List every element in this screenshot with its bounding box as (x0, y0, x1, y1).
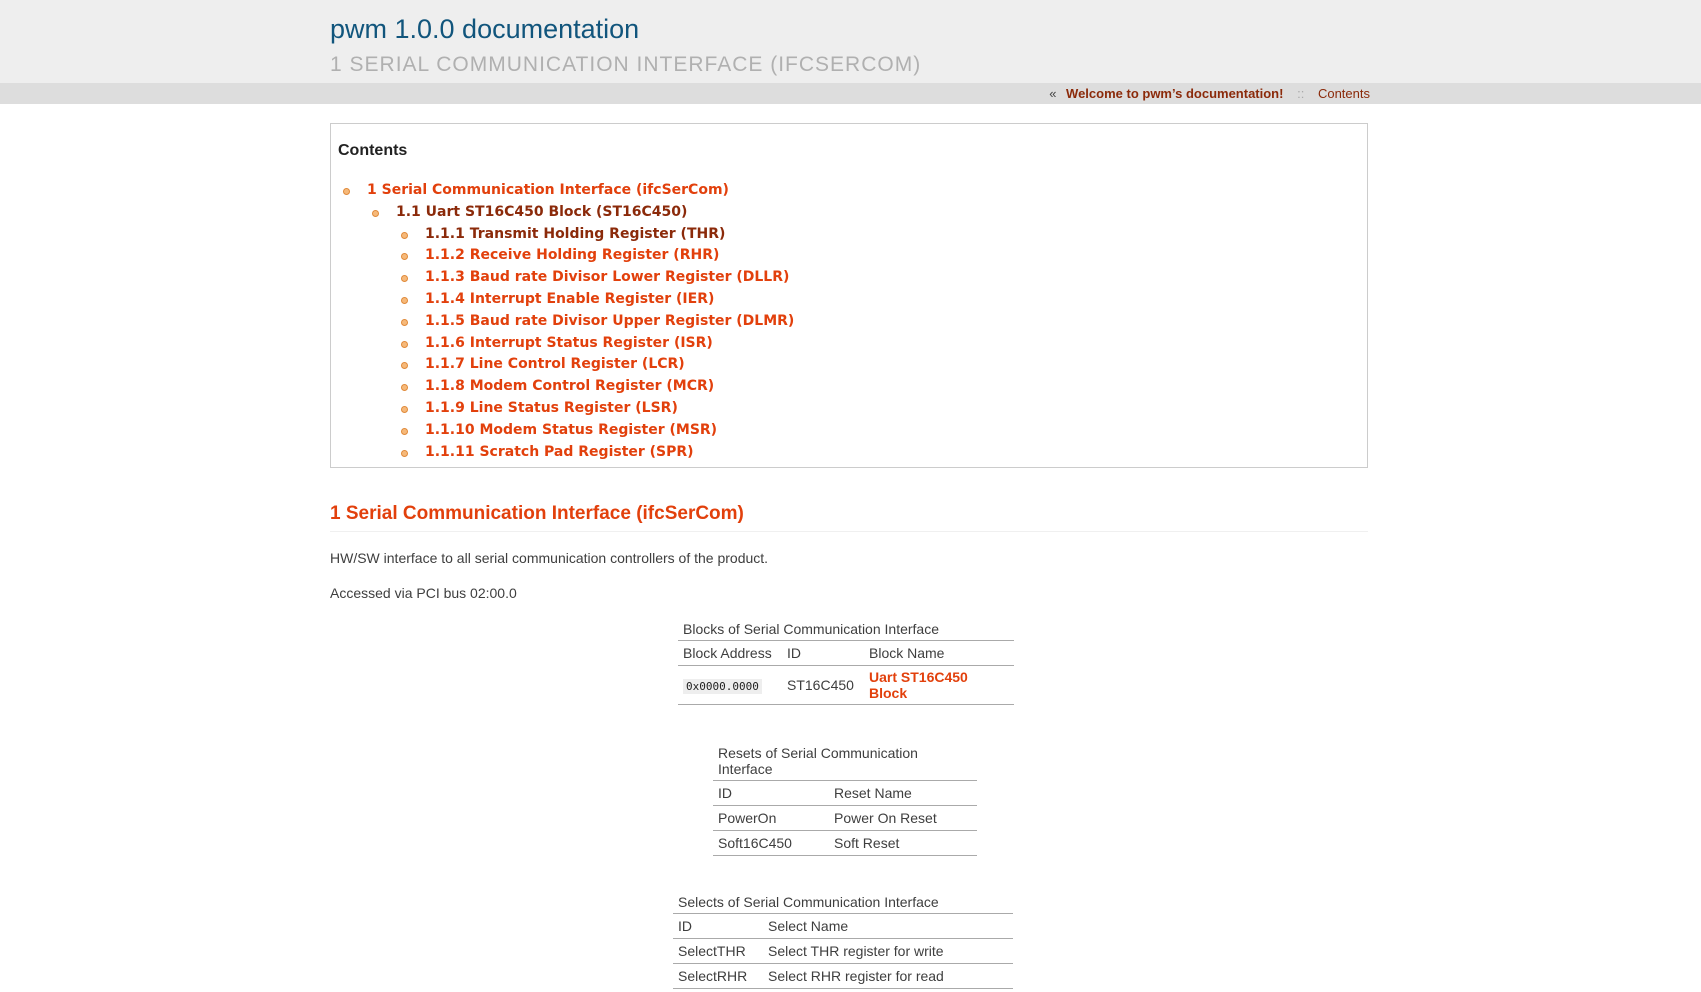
column-header-id: ID (782, 640, 864, 666)
block-address-cell: 0x0000.0000 (678, 665, 782, 705)
site-title[interactable]: pwm 1.0.0 documentation (330, 14, 639, 45)
toc-link[interactable]: 1.1.10 Modem Status Register (MSR) (425, 420, 717, 442)
select-name-cell: Select RHR register for read (763, 963, 1013, 989)
select-id-cell: SelectRHR (673, 963, 763, 989)
block-name-cell: Uart ST16C450 Block (864, 665, 1014, 705)
bullet-icon (372, 209, 379, 217)
toc-link[interactable]: 1.1.2 Receive Holding Register (RHR) (425, 245, 719, 267)
section-description: HW/SW interface to all serial communicat… (330, 550, 769, 566)
toc-link[interactable]: 1.1.6 Interrupt Status Register (ISR) (425, 333, 713, 355)
page-subtitle: 1 SERIAL COMMUNICATION INTERFACE (IFCSER… (330, 53, 922, 76)
bullet-icon (401, 253, 408, 261)
block-name-link[interactable]: Uart ST16C450 Block (869, 669, 968, 701)
bullet-icon (401, 275, 408, 283)
table-row: PowerOn Power On Reset (713, 805, 977, 831)
table-row: SelectTHR Select THR register for write (673, 938, 1013, 964)
column-header-reset-name: Reset Name (829, 780, 977, 806)
selects-table-caption: Selects of Serial Communication Interfac… (678, 894, 939, 910)
toc-link[interactable]: 1.1.7 Line Control Register (LCR) (425, 354, 685, 376)
section-heading: 1 Serial Communication Interface (ifcSer… (330, 503, 1368, 532)
previous-arrow-icon: « (1049, 86, 1057, 101)
home-link[interactable]: Welcome to pwm’s documentation! (1066, 86, 1283, 101)
table-row: SelectRHR Select RHR register for read (673, 963, 1013, 989)
bullet-icon (401, 449, 408, 457)
table-header-row: Block Address ID Block Name (678, 640, 1014, 666)
contents-link[interactable]: Contents (1318, 86, 1370, 101)
bullet-icon (401, 340, 408, 348)
section-access-info: Accessed via PCI bus 02:00.0 (330, 585, 517, 601)
toc-link[interactable]: 1.1.11 Scratch Pad Register (SPR) (425, 442, 694, 464)
resets-table: Resets of Serial Communication Interface… (713, 745, 977, 856)
block-address-code: 0x0000.0000 (683, 679, 762, 694)
toc-link[interactable]: 1.1 Uart ST16C450 Block (ST16C450) (396, 202, 687, 224)
top-navigation: « Welcome to pwm’s documentation! :: Con… (0, 83, 1701, 104)
blocks-table-caption: Blocks of Serial Communication Interface (683, 621, 939, 637)
column-header-id: ID (713, 780, 829, 806)
reset-name-cell: Power On Reset (829, 805, 977, 831)
toc-link[interactable]: 1.1.8 Modem Control Register (MCR) (425, 376, 714, 398)
reset-name-cell: Soft Reset (829, 830, 977, 856)
blocks-table: Blocks of Serial Communication Interface… (678, 621, 1014, 705)
table-row: 0x0000.0000 ST16C450 Uart ST16C450 Block (678, 665, 1014, 705)
column-header-id: ID (673, 913, 763, 939)
toc-link[interactable]: 1 Serial Communication Interface (ifcSer… (367, 180, 729, 202)
toc-link[interactable]: 1.1.5 Baud rate Divisor Upper Register (… (425, 311, 794, 333)
select-id-cell: SelectTHR (673, 938, 763, 964)
bullet-icon (343, 188, 350, 195)
table-of-contents: Contents 1 Serial Communication Interfac… (330, 123, 1368, 468)
bullet-icon (401, 231, 408, 239)
reset-id-cell: Soft16C450 (713, 830, 829, 856)
bullet-icon (401, 296, 408, 304)
toc-link[interactable]: 1.1.9 Line Status Register (LSR) (425, 398, 678, 420)
selects-table: Selects of Serial Communication Interfac… (673, 894, 1013, 989)
toc-link[interactable]: 1.1.3 Baud rate Divisor Lower Register (… (425, 267, 789, 289)
reset-id-cell: PowerOn (713, 805, 829, 831)
bullet-icon (401, 384, 408, 392)
bullet-icon (401, 318, 408, 326)
block-id-cell: ST16C450 (782, 665, 864, 705)
table-row: Soft16C450 Soft Reset (713, 830, 977, 856)
bullet-icon (401, 427, 408, 435)
select-name-cell: Select THR register for write (763, 938, 1013, 964)
table-header-row: ID Reset Name (713, 780, 977, 806)
column-header-block-name: Block Name (864, 640, 1014, 666)
toc-link[interactable]: 1.1.1 Transmit Holding Register (THR) (425, 224, 725, 246)
column-header-select-name: Select Name (763, 913, 1013, 939)
bullet-icon (401, 362, 408, 370)
page-header: pwm 1.0.0 documentation 1 SERIAL COMMUNI… (0, 0, 1701, 83)
column-header-block-address: Block Address (678, 640, 782, 666)
toc-link[interactable]: 1.1.4 Interrupt Enable Register (IER) (425, 289, 714, 311)
nav-separator: :: (1297, 86, 1305, 101)
table-header-row: ID Select Name (673, 913, 1013, 939)
resets-table-caption: Resets of Serial Communication Interface (718, 745, 918, 777)
toc-title: Contents (338, 142, 408, 159)
bullet-icon (401, 405, 408, 413)
